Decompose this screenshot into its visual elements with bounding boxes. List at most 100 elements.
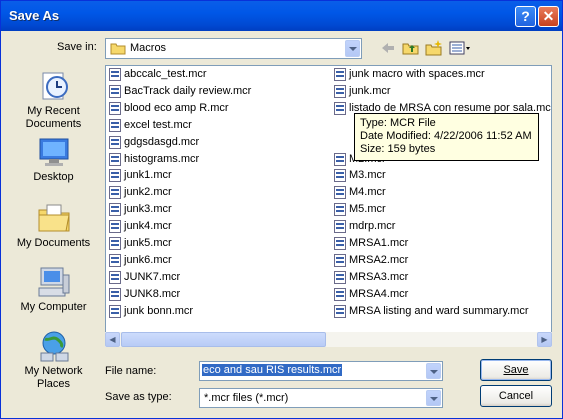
file-item[interactable]: junk6.mcr: [107, 253, 327, 269]
mcr-file-icon: [334, 270, 346, 284]
file-name: M5.mcr: [349, 203, 386, 216]
tooltip-date: Date Modified: 4/22/2006 11:52 AM: [360, 130, 532, 142]
tooltip-type: Type: MCR File: [360, 117, 436, 129]
file-item[interactable]: junk5.mcr: [107, 236, 327, 252]
mcr-file-icon: [334, 203, 346, 217]
file-name: gdgsdasgd.mcr: [124, 135, 200, 148]
file-item[interactable]: junk3.mcr: [107, 202, 327, 218]
file-item[interactable]: M5.mcr: [332, 202, 551, 218]
mcr-file-icon: [334, 253, 346, 267]
chevron-down-icon[interactable]: [426, 363, 441, 379]
file-name: junk5.mcr: [124, 237, 172, 249]
file-name: junk bonn.mcr: [124, 304, 194, 317]
mcr-file-icon: [334, 186, 346, 200]
mcr-file-icon: [334, 304, 346, 318]
place-my-network-places[interactable]: My Network Places: [7, 329, 100, 391]
file-name: junk3.mcr: [124, 203, 172, 216]
file-item[interactable]: junk4.mcr: [107, 219, 327, 235]
help-button[interactable]: ?: [515, 6, 536, 27]
file-item[interactable]: junk macro with spaces.mcr: [332, 67, 551, 83]
file-item[interactable]: MRSA4.mcr: [332, 287, 551, 303]
mcr-file-icon: [109, 253, 121, 267]
cancel-button[interactable]: Cancel: [480, 385, 552, 407]
scroll-thumb[interactable]: [121, 332, 326, 347]
save-as-type-value: *.mcr files (*.mcr): [204, 392, 289, 404]
file-name: junk1.mcr: [124, 169, 172, 182]
mcr-file-icon: [109, 203, 121, 217]
place-label: My Network Places: [24, 365, 83, 390]
file-name: excel test.mcr: [124, 118, 192, 131]
file-item[interactable]: junk2.mcr: [107, 185, 327, 201]
file-item[interactable]: junk bonn.mcr: [107, 304, 327, 320]
scroll-right-icon[interactable]: ▶: [537, 332, 552, 347]
title-bar[interactable]: Save As ? ✕: [1, 1, 562, 31]
place-desktop[interactable]: Desktop: [7, 135, 100, 184]
places-bar: My Recent Documents Desktop My Documents: [7, 65, 100, 407]
file-name: MRSA3.mcr: [349, 270, 409, 283]
file-name: JUNK7.mcr: [124, 270, 181, 283]
file-item[interactable]: M4.mcr: [332, 185, 551, 201]
file-info-tooltip: Type: MCR File Date Modified: 4/22/2006 …: [354, 113, 539, 161]
mcr-file-icon: [109, 220, 121, 234]
file-item[interactable]: gdgsdasgd.mcr: [107, 135, 327, 151]
file-item[interactable]: junk1.mcr: [107, 168, 327, 184]
chevron-down-icon[interactable]: [345, 40, 360, 57]
file-item[interactable]: BacTrack daily review.mcr: [107, 84, 327, 100]
file-item[interactable]: JUNK7.mcr: [107, 270, 327, 286]
view-menu-icon[interactable]: [449, 40, 471, 56]
mcr-file-icon: [334, 101, 346, 115]
file-name: junk.mcr: [349, 84, 391, 97]
mcr-file-icon: [109, 118, 121, 132]
file-name: blood eco amp R.mcr: [124, 101, 229, 114]
file-item[interactable]: JUNK8.mcr: [107, 287, 327, 303]
file-name: M4.mcr: [349, 186, 386, 199]
file-name: junk4.mcr: [124, 220, 172, 233]
file-name-input[interactable]: eco and sau RIS results.mcr: [199, 361, 443, 381]
chevron-down-icon[interactable]: [426, 390, 441, 406]
place-label: My Recent Documents: [25, 105, 82, 130]
place-my-documents[interactable]: My Documents: [7, 201, 100, 250]
horizontal-scrollbar[interactable]: ◀ ▶: [105, 332, 552, 347]
mcr-file-icon: [109, 135, 121, 149]
file-list[interactable]: abccalc_test.mcr BacTrack daily review.mc…: [105, 65, 552, 347]
file-name-label: File name:: [105, 365, 157, 377]
file-item[interactable]: excel test.mcr: [107, 118, 327, 134]
mcr-file-icon: [334, 237, 346, 250]
save-as-type-select[interactable]: *.mcr files (*.mcr): [199, 388, 443, 408]
file-item[interactable]: MRSA2.mcr: [332, 253, 551, 269]
file-item[interactable]: abccalc_test.mcr: [107, 67, 327, 83]
scroll-left-icon[interactable]: ◀: [105, 332, 120, 347]
mcr-file-icon: [334, 169, 346, 183]
file-item[interactable]: histograms.mcr: [107, 152, 327, 168]
place-label: My Documents: [16, 237, 91, 249]
file-item[interactable]: mdrp.mcr: [332, 219, 551, 235]
save-in-combobox[interactable]: Macros: [105, 38, 362, 59]
my-documents-icon: [38, 204, 70, 232]
file-item[interactable]: MRSA listing and ward summary.mcr: [332, 304, 551, 320]
mcr-file-icon: [334, 287, 346, 301]
file-name: junk2.mcr: [124, 186, 172, 199]
place-my-computer[interactable]: My Computer: [7, 265, 100, 314]
file-item[interactable]: blood eco amp R.mcr: [107, 101, 327, 117]
mcr-file-icon: [334, 152, 346, 166]
file-item[interactable]: M3.mcr: [332, 168, 551, 184]
close-button[interactable]: ✕: [538, 6, 559, 27]
up-folder-icon[interactable]: [402, 40, 420, 56]
file-item[interactable]: junk.mcr: [332, 84, 551, 100]
mcr-file-icon: [109, 237, 121, 250]
save-as-type-label: Save as type:: [105, 391, 172, 403]
file-name: mdrp.mcr: [349, 220, 396, 233]
file-item[interactable]: MRSA3.mcr: [332, 270, 551, 286]
save-in-label: Save in:: [57, 41, 97, 53]
mcr-file-icon: [109, 270, 121, 284]
save-button[interactable]: Save: [480, 359, 552, 381]
new-folder-icon[interactable]: [425, 40, 443, 56]
file-name: MRSA4.mcr: [349, 287, 409, 300]
file-name: junk6.mcr: [124, 253, 172, 266]
back-arrow-icon[interactable]: [380, 40, 396, 56]
mcr-file-icon: [109, 186, 121, 200]
place-my-recent-documents[interactable]: My Recent Documents: [7, 69, 100, 131]
mcr-file-icon: [334, 220, 346, 234]
file-item[interactable]: MRSA1.mcr: [332, 236, 551, 252]
file-name: M3.mcr: [349, 169, 386, 182]
